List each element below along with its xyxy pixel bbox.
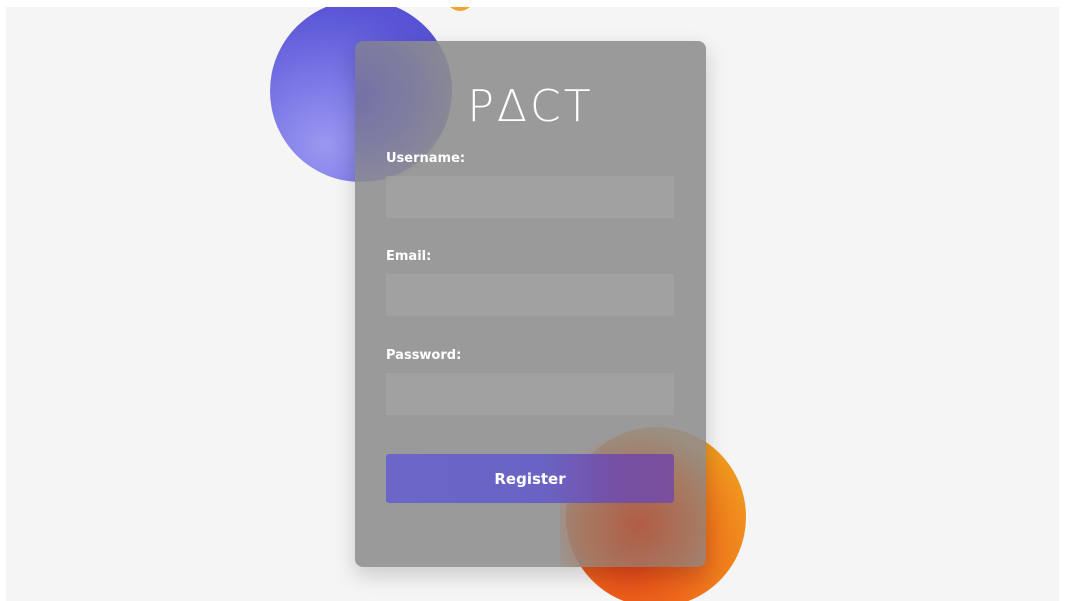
email-label: Email: bbox=[386, 249, 432, 264]
register-card: PΔCT Username: Email: Password: Register bbox=[355, 41, 706, 567]
username-input[interactable] bbox=[386, 176, 674, 218]
page-background: PΔCT Username: Email: Password: Register bbox=[6, 7, 1059, 601]
email-input[interactable] bbox=[386, 274, 674, 316]
username-label: Username: bbox=[386, 151, 466, 166]
register-button[interactable]: Register bbox=[386, 454, 674, 503]
orange-decoration-top bbox=[446, 7, 474, 11]
password-input[interactable] bbox=[386, 373, 674, 415]
password-label: Password: bbox=[386, 348, 462, 363]
pact-logo: PΔCT bbox=[467, 81, 594, 132]
